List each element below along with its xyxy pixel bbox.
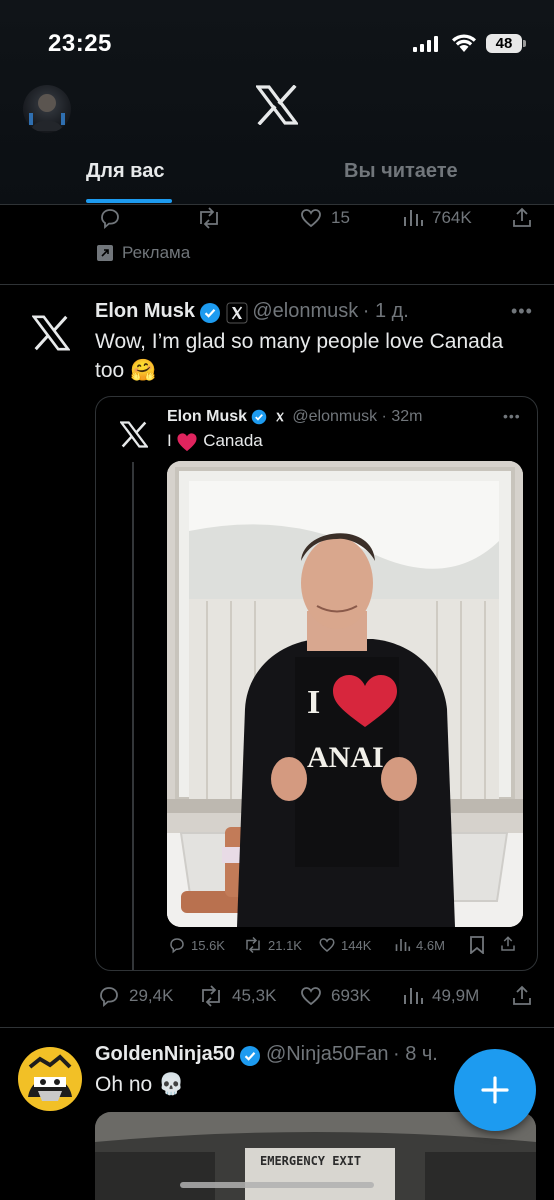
tweet-header: Elon Musk @elonmusk · 1 д.	[95, 300, 409, 324]
like-button[interactable]: 15	[299, 206, 350, 230]
next-author-avatar[interactable]	[18, 1047, 82, 1111]
active-tab-indicator	[86, 199, 172, 203]
quoted-tweet-time: · 32m	[381, 408, 423, 425]
author-handle[interactable]: @elonmusk	[252, 300, 358, 322]
tweet-reply-count: 29,4K	[129, 986, 174, 1005]
affiliate-x-badge-icon	[226, 302, 248, 324]
views-button[interactable]: 764K	[402, 206, 472, 230]
quoted-views-icon	[395, 939, 411, 951]
tweet-retweet-icon	[202, 985, 220, 1007]
tweet-views-button[interactable]: 49,9M	[402, 984, 479, 1008]
quoted-share-icon[interactable]	[499, 935, 517, 953]
tweet-divider	[0, 284, 554, 285]
retweet-icon	[200, 207, 218, 229]
quoted-tweet-header: Elon Musk @elonmusk · 32m	[167, 408, 422, 426]
person-silhouette-icon	[29, 94, 65, 131]
thread-line	[132, 462, 134, 970]
quoted-tweet-text: I Canada	[167, 431, 263, 452]
red-heart-emoji-icon	[177, 432, 198, 451]
next-tweet-time: · 8 ч.	[392, 1043, 438, 1065]
quoted-retweet-count: 21.1K	[268, 937, 302, 953]
next-verified-badge-icon	[240, 1045, 261, 1066]
tab-following[interactable]: Вы читаете	[344, 160, 458, 183]
quoted-like-stat: 144K	[318, 936, 371, 954]
shirt-text: ANAI	[307, 741, 384, 774]
quoted-tweet-photo[interactable]: I ANAI	[167, 461, 523, 927]
status-time: 23:25	[48, 30, 112, 57]
tab-for-you[interactable]: Для вас	[86, 160, 164, 183]
quoted-reply-count: 15.6K	[191, 937, 225, 953]
cellular-signal-icon	[413, 36, 439, 52]
ad-label: Реклама	[122, 243, 191, 262]
tweet-share-icon[interactable]	[510, 984, 534, 1008]
tweet-view-count: 49,9M	[432, 986, 480, 1005]
profile-avatar[interactable]	[23, 85, 71, 133]
header-divider	[0, 204, 554, 205]
quoted-author-name: Elon Musk	[167, 408, 248, 425]
quoted-text-suffix: Canada	[203, 431, 263, 450]
views-icon	[404, 210, 423, 226]
quoted-more-options-icon[interactable]: •••	[503, 408, 521, 424]
quoted-verified-badge-icon	[252, 409, 267, 425]
quoted-reply-icon	[170, 938, 184, 954]
wifi-icon	[452, 34, 476, 52]
photo-illustration: I ANAI	[167, 461, 523, 927]
svg-text:I: I	[307, 684, 320, 721]
home-indicator	[180, 1182, 374, 1188]
battery-indicator: 48	[486, 34, 522, 53]
quoted-view-count: 4.6M	[416, 937, 445, 953]
author-name[interactable]: Elon Musk	[95, 300, 195, 322]
next-tweet-header: GoldenNinja50 @Ninja50Fan · 8 ч.	[95, 1043, 438, 1067]
x-logo-icon[interactable]	[256, 85, 298, 125]
tweet-retweet-count: 45,3K	[232, 986, 277, 1005]
tweet-divider	[0, 1027, 554, 1028]
quoted-retweet-stat: 21.1K	[243, 936, 302, 954]
tweet-reply-button[interactable]: 29,4K	[97, 984, 173, 1008]
tweet-text-line-2: too 🤗	[95, 359, 157, 382]
tweet-reply-icon	[100, 987, 118, 1007]
quoted-author-avatar-x-icon	[120, 421, 148, 448]
next-author-handle[interactable]: @Ninja50Fan	[266, 1043, 389, 1065]
ninja-avatar-icon	[28, 1054, 72, 1101]
quoted-heart-icon	[319, 938, 335, 952]
retweet-button[interactable]	[196, 206, 230, 230]
plus-icon	[481, 1076, 509, 1104]
reply-icon	[101, 209, 119, 229]
quoted-reply-stat: 15.6K	[168, 936, 225, 954]
next-tweet-text: Oh no 💀	[95, 1073, 185, 1096]
next-author-name[interactable]: GoldenNinja50	[95, 1043, 235, 1065]
view-count: 764K	[432, 208, 472, 227]
heart-icon	[301, 209, 321, 228]
tweet-like-button[interactable]: 693K	[299, 984, 371, 1008]
compose-tweet-button[interactable]	[454, 1049, 536, 1131]
tweet-time: · 1 д.	[362, 300, 409, 322]
like-count: 15	[331, 208, 350, 227]
quoted-text-prefix: I	[167, 431, 172, 450]
quoted-retweet-icon	[246, 936, 260, 954]
image-caption: EMERGENCY EXIT	[260, 1154, 362, 1168]
tweet-heart-icon	[301, 987, 321, 1006]
tweet-views-icon	[404, 988, 423, 1004]
quoted-affiliate-x-badge-icon	[276, 412, 284, 422]
quoted-views-stat: 4.6M	[394, 936, 445, 954]
ad-label-row: Реклама	[96, 243, 190, 263]
tweet-like-count: 693K	[331, 986, 371, 1005]
promoted-icon	[97, 245, 113, 261]
quoted-author-handle: @elonmusk	[292, 408, 378, 425]
share-icon[interactable]	[510, 206, 534, 230]
verified-badge-icon	[200, 302, 221, 323]
tweet-retweet-button[interactable]: 45,3K	[198, 984, 276, 1008]
reply-button[interactable]	[98, 206, 130, 230]
quoted-like-count: 144K	[341, 937, 372, 953]
battery-nub	[523, 40, 526, 47]
bookmark-icon[interactable]	[469, 936, 485, 954]
author-avatar-x-icon[interactable]	[32, 315, 70, 351]
tweet-text-line-1: Wow, I’m glad so many people love Canada	[95, 330, 504, 353]
more-options-icon[interactable]: •••	[511, 301, 533, 322]
